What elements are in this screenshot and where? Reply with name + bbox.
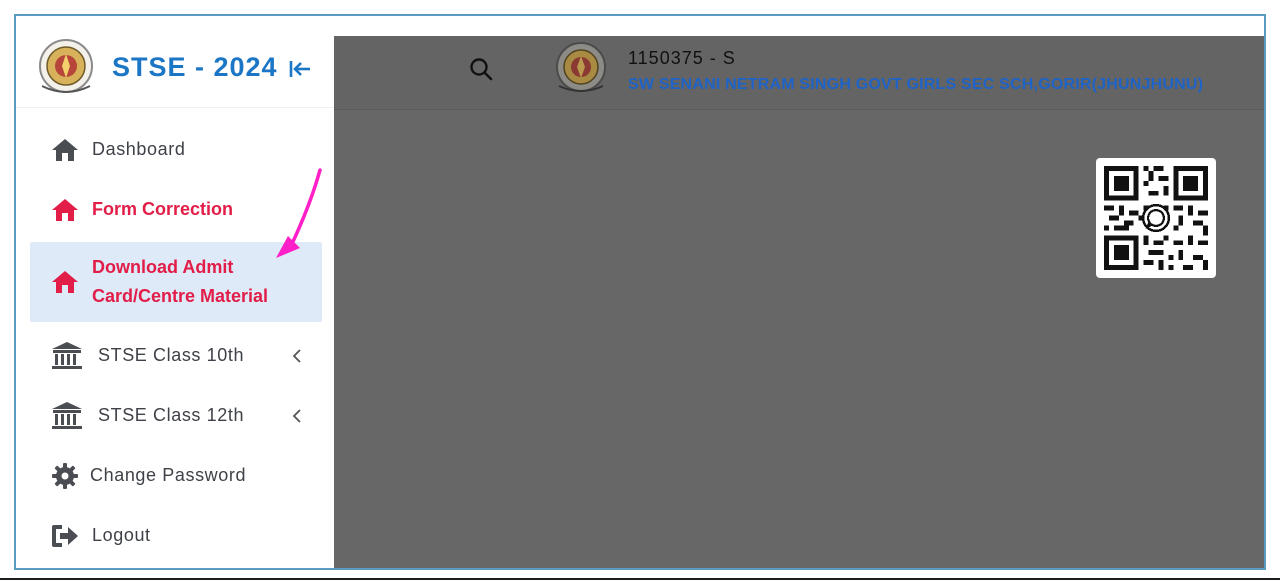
user-id: 1150375 - S bbox=[628, 48, 736, 68]
institution-icon bbox=[52, 402, 82, 429]
sidebar-brand: STSE - 2024 bbox=[16, 16, 334, 108]
sidebar-item-label: Logout bbox=[92, 525, 151, 545]
chevron-left-icon bbox=[292, 349, 301, 363]
qr-code-pattern bbox=[1104, 166, 1208, 270]
sidebar-item-label: Change Password bbox=[90, 465, 247, 485]
school-name: SW SENANI NETRAM SINGH GOVT GIRLS SEC SC… bbox=[628, 76, 1204, 93]
bottom-divider bbox=[0, 578, 1280, 580]
sidebar-item-label: Dashboard bbox=[92, 139, 186, 159]
user-avatar[interactable] bbox=[554, 40, 608, 96]
sidebar-item-class-10[interactable]: STSE Class 10th bbox=[30, 334, 322, 378]
topbar-gap bbox=[334, 16, 1264, 36]
app-frame: STSE - 2024 Dashboard Form Correction Do… bbox=[14, 14, 1266, 570]
institution-icon bbox=[52, 342, 82, 369]
brand-title: STSE - 2024 bbox=[112, 52, 278, 82]
annotation-arrow bbox=[276, 168, 322, 258]
collapse-sidebar-icon[interactable] bbox=[288, 58, 312, 80]
sidebar-item-label: STSE Class 12th bbox=[98, 405, 245, 425]
whatsapp-qr-code bbox=[1096, 158, 1216, 278]
home-icon bbox=[52, 271, 78, 293]
sidebar-item-logout[interactable]: Logout bbox=[30, 514, 322, 558]
sidebar-item-label-line1: Download Admit bbox=[92, 257, 234, 277]
sidebar-item-class-12[interactable]: STSE Class 12th bbox=[30, 394, 322, 438]
sidebar-item-label-line2: Card/Centre Material bbox=[92, 286, 269, 306]
chevron-left-icon bbox=[292, 409, 301, 423]
sidebar-item-label: STSE Class 10th bbox=[98, 345, 245, 365]
top-header: 1150375 - S SW SENANI NETRAM SINGH GOVT … bbox=[334, 36, 1264, 110]
logout-icon bbox=[52, 525, 78, 547]
sidebar: STSE - 2024 Dashboard Form Correction Do… bbox=[16, 16, 334, 568]
main-content-overlay: 1150375 - S SW SENANI NETRAM SINGH GOVT … bbox=[334, 16, 1264, 568]
home-icon bbox=[52, 199, 78, 221]
emblem-logo bbox=[39, 39, 93, 93]
search-icon[interactable] bbox=[468, 56, 494, 82]
home-icon bbox=[52, 139, 78, 161]
sidebar-item-change-password[interactable]: Change Password bbox=[30, 454, 322, 498]
gear-icon bbox=[52, 463, 78, 489]
sidebar-item-label: Form Correction bbox=[92, 199, 234, 219]
